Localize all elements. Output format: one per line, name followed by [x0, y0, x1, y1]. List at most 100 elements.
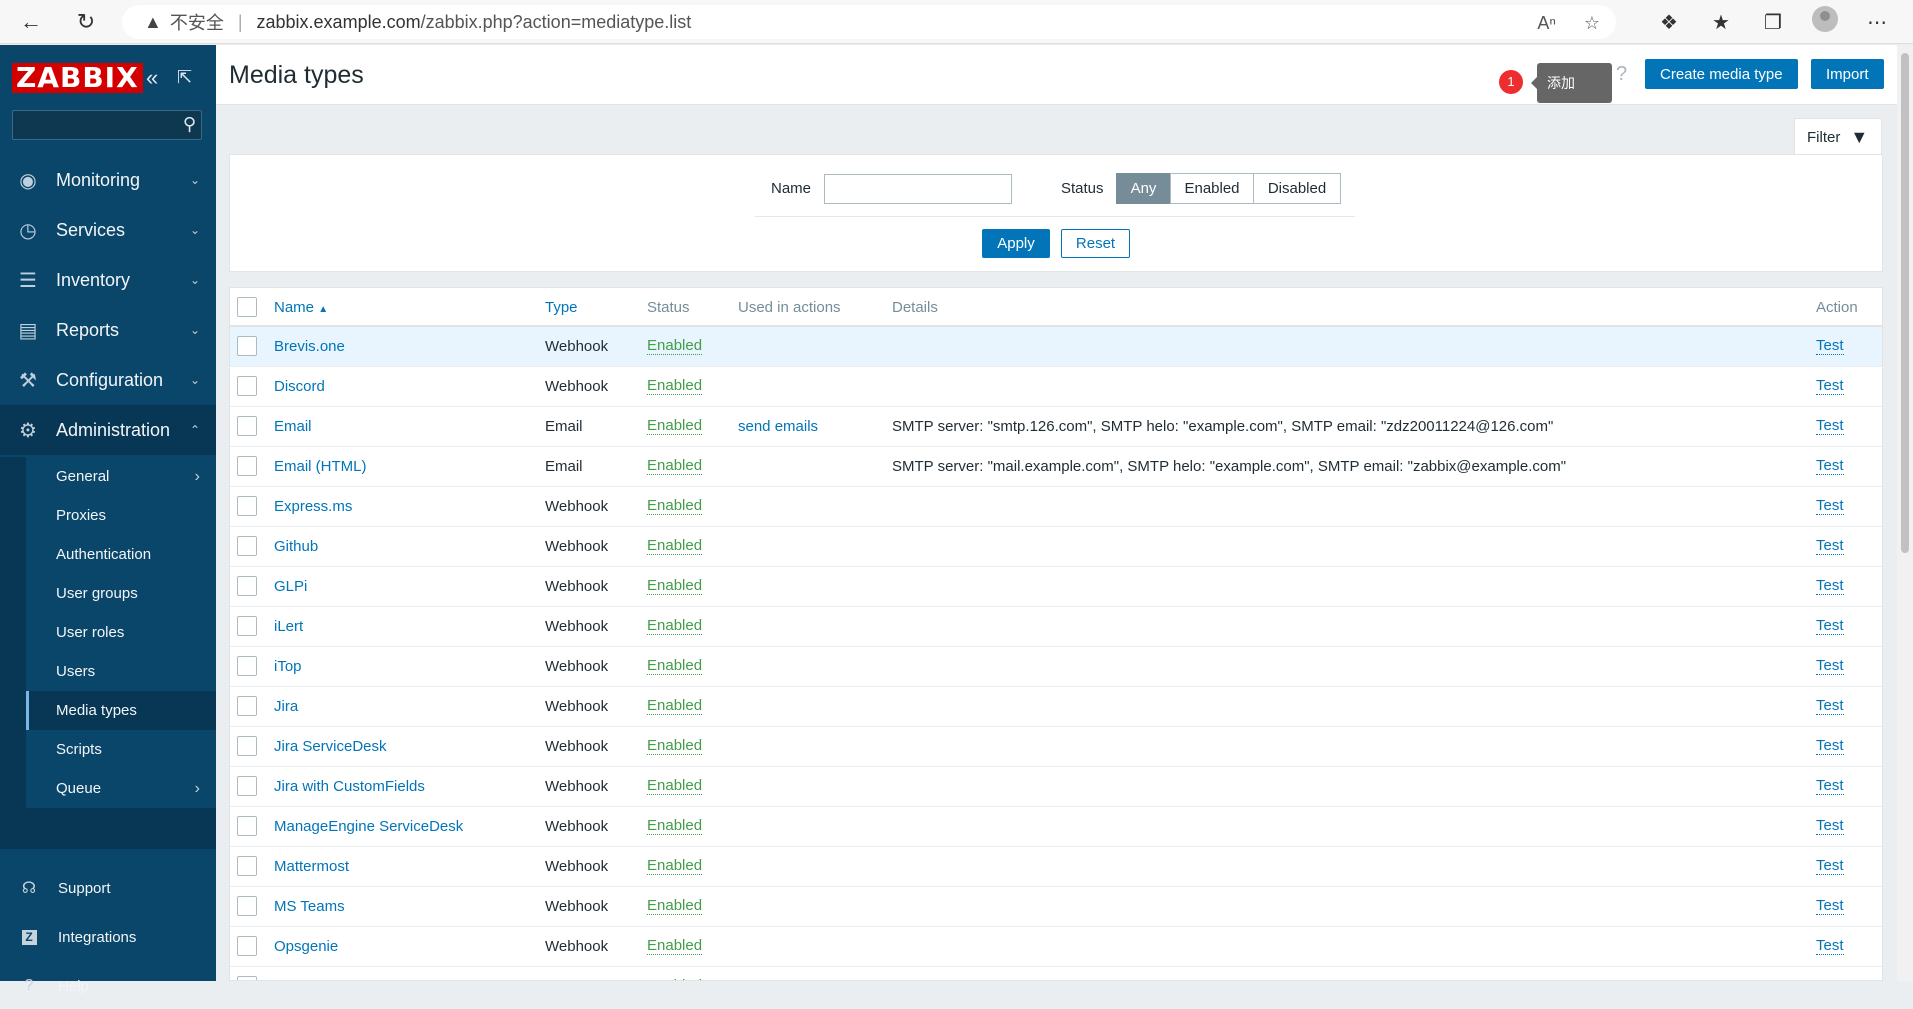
status-toggle-link[interactable]: Enabled [647, 458, 703, 475]
status-toggle-link[interactable]: Enabled [647, 778, 703, 795]
status-toggle-link[interactable]: Enabled [647, 938, 703, 955]
status-toggle-link[interactable]: Enabled [647, 378, 703, 395]
media-type-name-link[interactable]: Brevis.one [274, 338, 345, 355]
test-link[interactable]: Test [1816, 538, 1844, 555]
test-link[interactable]: Test [1816, 378, 1844, 395]
status-toggle-link[interactable]: Enabled [647, 578, 703, 595]
row-checkbox[interactable] [237, 696, 257, 716]
test-link[interactable]: Test [1816, 498, 1844, 515]
name-filter-input[interactable] [824, 174, 1012, 204]
status-toggle-link[interactable]: Enabled [647, 538, 703, 555]
row-checkbox[interactable] [237, 456, 257, 476]
test-link[interactable]: Test [1816, 658, 1844, 675]
test-link[interactable]: Test [1816, 938, 1844, 955]
extensions-icon[interactable]: ❖ [1643, 10, 1695, 35]
status-toggle-link[interactable]: Enabled [647, 898, 703, 915]
profile-avatar-icon[interactable] [1799, 6, 1851, 38]
test-link[interactable]: Test [1816, 418, 1844, 435]
test-link[interactable]: Test [1816, 818, 1844, 835]
test-link[interactable]: Test [1816, 578, 1844, 595]
media-type-name-link[interactable]: Jira [274, 698, 298, 715]
row-checkbox[interactable] [237, 736, 257, 756]
kiosk-mode-icon[interactable]: ⇱ [177, 67, 192, 88]
favorite-add-icon[interactable]: ☆ [1584, 13, 1600, 34]
menu-reports[interactable]: ▤ Reports ⌄ [0, 305, 216, 355]
media-type-name-link[interactable]: Express.ms [274, 498, 352, 515]
footer-support[interactable]: ☊ Support [0, 865, 216, 911]
test-link[interactable]: Test [1816, 738, 1844, 755]
row-checkbox[interactable] [237, 936, 257, 956]
reload-icon[interactable]: ↻ [66, 4, 106, 40]
row-checkbox[interactable] [237, 416, 257, 436]
page-scrollbar[interactable] [1897, 45, 1913, 981]
submenu-authentication[interactable]: Authentication [26, 535, 216, 574]
status-toggle-link[interactable]: Enabled [647, 418, 703, 435]
submenu-proxies[interactable]: Proxies [26, 496, 216, 535]
column-header-name[interactable]: Name ▲ [274, 299, 328, 316]
used-in-actions-link[interactable]: send emails [738, 418, 818, 435]
media-type-name-link[interactable]: iTop [274, 658, 302, 675]
menu-administration[interactable]: ⚙ Administration ⌃ [0, 405, 216, 455]
more-menu-icon[interactable]: ⋯ [1851, 10, 1903, 35]
reset-button[interactable]: Reset [1061, 229, 1130, 258]
column-header-type[interactable]: Type [545, 299, 578, 316]
test-link[interactable]: Test [1816, 338, 1844, 355]
row-checkbox[interactable] [237, 336, 257, 356]
submenu-user-roles[interactable]: User roles [26, 613, 216, 652]
favorites-icon[interactable]: ★ [1695, 10, 1747, 35]
submenu-users[interactable]: Users [26, 652, 216, 691]
footer-integrations[interactable]: Z Integrations [0, 914, 216, 960]
media-type-name-link[interactable]: Email [274, 418, 312, 435]
collapse-sidebar-icon[interactable]: « [146, 65, 158, 91]
media-type-name-link[interactable]: ManageEngine ServiceDesk [274, 818, 463, 835]
status-toggle-link[interactable]: Enabled [647, 818, 703, 835]
address-bar[interactable]: ▲ 不安全 | zabbix.example.com/zabbix.php?ac… [122, 5, 1616, 39]
submenu-queue[interactable]: Queue › [26, 769, 216, 808]
status-toggle-link[interactable]: Enabled [647, 618, 703, 635]
media-type-name-link[interactable]: Email (HTML) [274, 458, 367, 475]
row-checkbox[interactable] [237, 536, 257, 556]
apply-button[interactable]: Apply [982, 229, 1050, 258]
media-type-name-link[interactable]: GLPi [274, 578, 307, 595]
back-arrow-icon[interactable]: ← [11, 4, 51, 40]
test-link[interactable]: Test [1816, 698, 1844, 715]
help-icon[interactable]: ? [1616, 63, 1627, 86]
row-checkbox[interactable] [237, 616, 257, 636]
sidebar-search-input[interactable]: ⚲ [12, 110, 202, 140]
row-checkbox[interactable] [237, 376, 257, 396]
media-type-name-link[interactable]: Jira ServiceDesk [274, 738, 387, 755]
filter-tab[interactable]: Filter ▼ [1794, 118, 1882, 155]
footer-help[interactable]: ? Help [0, 963, 216, 1009]
test-link[interactable]: Test [1816, 458, 1844, 475]
menu-monitoring[interactable]: ◉ Monitoring ⌄ [0, 155, 216, 205]
row-checkbox[interactable] [237, 976, 257, 980]
menu-configuration[interactable]: ⚒ Configuration ⌄ [0, 355, 216, 405]
media-type-name-link[interactable]: Github [274, 538, 318, 555]
test-link[interactable]: Test [1816, 618, 1844, 635]
status-toggle-link[interactable]: Enabled [647, 658, 703, 675]
media-type-name-link[interactable]: MS Teams [274, 898, 345, 915]
status-toggle-link[interactable]: Enabled [647, 338, 703, 355]
media-type-name-link[interactable]: Discord [274, 378, 325, 395]
row-checkbox[interactable] [237, 856, 257, 876]
status-toggle-link[interactable]: Enabled [647, 698, 703, 715]
row-checkbox[interactable] [237, 896, 257, 916]
media-type-name-link[interactable]: Opsgenie [274, 938, 338, 955]
row-checkbox[interactable] [237, 656, 257, 676]
collections-icon[interactable]: ❐ [1747, 10, 1799, 35]
test-link[interactable]: Test [1816, 858, 1844, 875]
submenu-media-types[interactable]: Media types [26, 691, 216, 730]
status-toggle-link[interactable]: Enabled [647, 498, 703, 515]
test-link[interactable]: Test [1816, 778, 1844, 795]
media-type-name-link[interactable]: Jira with CustomFields [274, 778, 425, 795]
media-type-name-link[interactable]: iLert [274, 618, 303, 635]
menu-services[interactable]: ◷ Services ⌄ [0, 205, 216, 255]
status-toggle-link[interactable]: Enabled [647, 738, 703, 755]
import-button[interactable]: Import [1811, 59, 1884, 89]
row-checkbox[interactable] [237, 576, 257, 596]
select-all-checkbox[interactable] [237, 297, 257, 317]
submenu-scripts[interactable]: Scripts [26, 730, 216, 769]
submenu-user-groups[interactable]: User groups [26, 574, 216, 613]
read-aloud-icon[interactable]: Aⁿ [1537, 13, 1556, 34]
status-enabled-option[interactable]: Enabled [1170, 173, 1254, 204]
